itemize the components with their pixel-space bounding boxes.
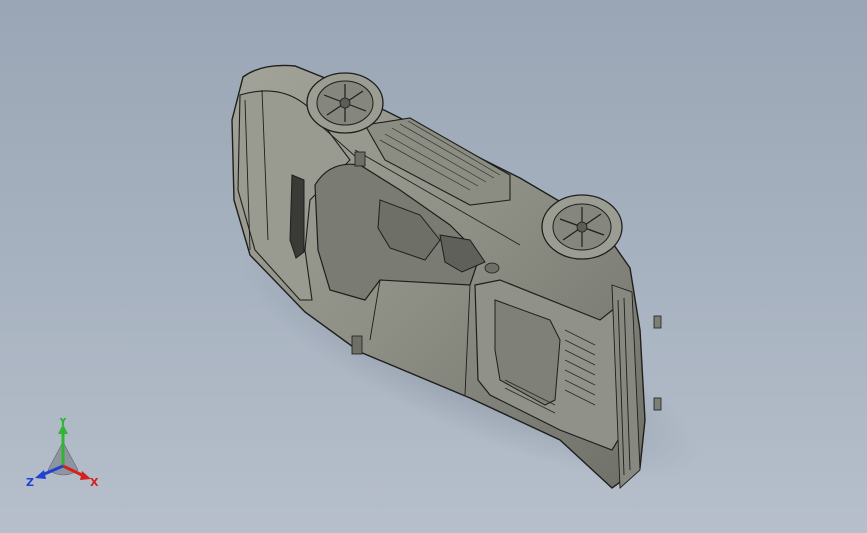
tow-hook-bottom [653,397,662,411]
side-window [289,174,305,259]
tow-hook-top [653,315,662,329]
front-wheel [541,194,623,260]
triad-y-label: Y [58,418,68,428]
triad-z-label: Z [26,476,34,489]
rear-wheel [306,72,384,134]
side-mirror [351,335,363,355]
graphics-viewport[interactable]: Y X Z [0,0,867,533]
triad-z-arrow [35,470,46,479]
triad-x-label: X [90,476,99,489]
reference-triad: Y X Z [26,418,99,489]
door-handle [484,262,500,274]
rear-fin [354,151,366,167]
car-model-view[interactable] [0,0,867,533]
